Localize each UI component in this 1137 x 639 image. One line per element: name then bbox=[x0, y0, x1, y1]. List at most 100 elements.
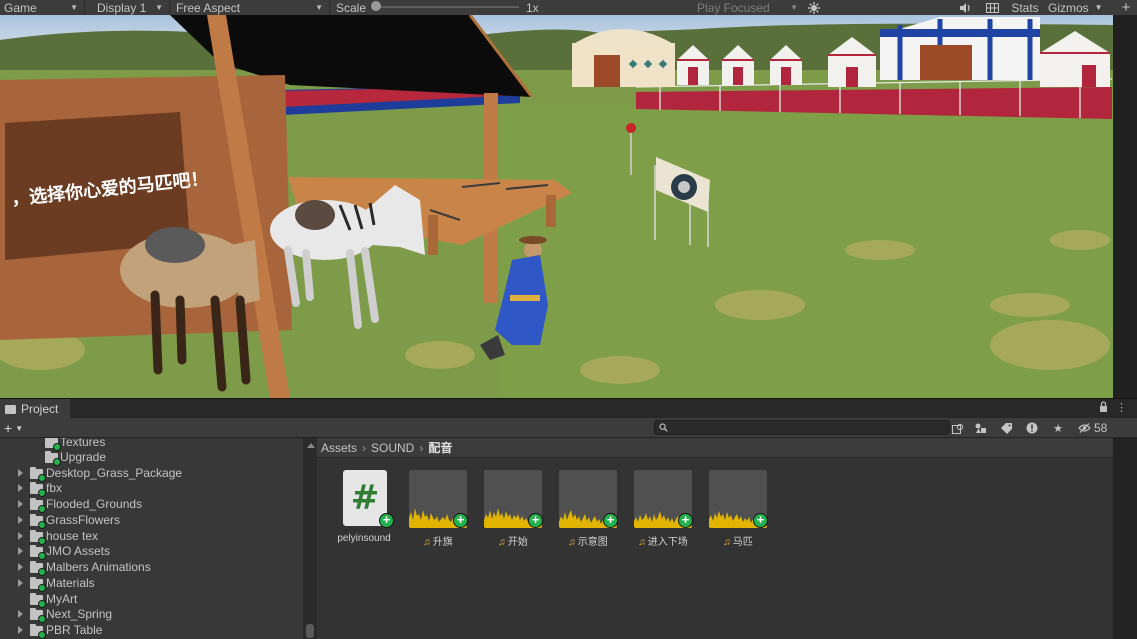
folder-icon bbox=[30, 467, 46, 482]
assets-pane: Assets › SOUND › 配音 # + pelyinsound + ♫ 升… bbox=[317, 438, 1113, 639]
asset-label: ♫ 马匹 bbox=[700, 533, 776, 548]
asset-item-script[interactable]: # + pelyinsound bbox=[332, 470, 396, 550]
tree-item-label: Materials bbox=[46, 576, 95, 590]
folder-icon bbox=[30, 561, 46, 576]
gizmos-label: Gizmos bbox=[1048, 0, 1089, 15]
asset-label-text: 马匹 bbox=[732, 537, 753, 548]
eye-hidden-icon bbox=[1078, 423, 1091, 433]
settings-icon[interactable] bbox=[806, 0, 822, 15]
asset-label: ♫ 示意图 bbox=[550, 533, 626, 548]
folder-icon bbox=[30, 498, 46, 513]
search-input[interactable] bbox=[672, 421, 932, 434]
tree-item[interactable]: fbx bbox=[0, 480, 303, 497]
add-icon[interactable]: + bbox=[1118, 0, 1134, 16]
tree-item-label: Malbers Animations bbox=[46, 560, 151, 574]
chevron-right-icon[interactable] bbox=[18, 516, 23, 524]
tab-menu: ⋮ bbox=[1099, 401, 1127, 415]
tree-item[interactable]: Desktop_Grass_Package bbox=[0, 465, 303, 482]
breadcrumb-item[interactable]: Assets bbox=[321, 441, 357, 455]
chevron-right-icon[interactable] bbox=[18, 610, 23, 618]
scale-slider-track[interactable] bbox=[374, 6, 519, 8]
folder-icon bbox=[30, 482, 46, 497]
asset-item-audio[interactable]: + ♫ 进入下场 bbox=[631, 470, 695, 550]
added-badge-icon: + bbox=[753, 513, 768, 528]
chevron-right-icon[interactable] bbox=[18, 579, 23, 587]
chevron-right-icon[interactable] bbox=[18, 626, 23, 634]
tree-item-label: MyArt bbox=[46, 592, 78, 606]
asset-label-text: 进入下场 bbox=[647, 537, 688, 548]
tree-item[interactable]: JMO Assets bbox=[0, 543, 303, 560]
tree-item[interactable]: MyArt bbox=[0, 591, 303, 608]
hidden-packages-toggle[interactable]: 58 bbox=[1078, 419, 1107, 437]
favorite-star-icon[interactable]: ★ bbox=[1050, 419, 1066, 437]
grid-icon[interactable] bbox=[984, 0, 1000, 15]
audio-clip-icon: ♫ bbox=[638, 537, 646, 548]
tree-item-label: Next_Spring bbox=[46, 607, 113, 621]
tree-item[interactable]: Malbers Animations bbox=[0, 559, 303, 576]
chevron-right-icon[interactable] bbox=[18, 532, 23, 540]
audio-icon[interactable] bbox=[958, 0, 974, 15]
view-label: Game bbox=[4, 0, 37, 15]
warning-icon[interactable] bbox=[1024, 419, 1040, 437]
stats-button[interactable]: Stats bbox=[1006, 0, 1044, 15]
tree-item[interactable]: GrassFlowers bbox=[0, 512, 303, 529]
asset-item-audio[interactable]: + ♫ 马匹 bbox=[706, 470, 770, 550]
tree-item-label: fbx bbox=[46, 481, 63, 495]
gizmos-dropdown[interactable]: Gizmos ▼ bbox=[1046, 0, 1110, 15]
added-badge-icon: + bbox=[379, 513, 394, 528]
scrollbar-thumb[interactable] bbox=[306, 624, 314, 638]
added-badge-icon: + bbox=[678, 513, 693, 528]
breadcrumb-item[interactable]: SOUND bbox=[371, 441, 414, 455]
chevron-down-icon: ▼ bbox=[790, 3, 798, 12]
chevron-down-icon: ▼ bbox=[70, 3, 78, 12]
folder-icon bbox=[30, 593, 46, 608]
tree-scrollbar[interactable] bbox=[303, 438, 317, 639]
project-search-box[interactable] bbox=[654, 420, 950, 435]
play-mode-dropdown[interactable]: Play Focused ▼ bbox=[694, 0, 804, 15]
search-by-type-icon[interactable] bbox=[950, 419, 966, 437]
chevron-right-icon[interactable] bbox=[18, 563, 23, 571]
tree-item-label: PBR Table bbox=[46, 623, 103, 637]
asset-label-text: 示意图 bbox=[577, 537, 608, 548]
tab-project-label: Project bbox=[21, 402, 59, 416]
breadcrumb-current[interactable]: 配音 bbox=[428, 439, 452, 456]
audio-clip-icon: ♫ bbox=[423, 537, 431, 548]
add-label: + bbox=[4, 420, 13, 436]
tree-item[interactable]: Flooded_Grounds bbox=[0, 496, 303, 513]
asset-item-audio[interactable]: + ♫ 示意图 bbox=[556, 470, 620, 550]
view-dropdown[interactable]: Game ▼ bbox=[0, 0, 85, 15]
asset-item-audio[interactable]: + ♫ 升旗 bbox=[406, 470, 470, 550]
folder-icon bbox=[30, 577, 46, 592]
chevron-right-icon[interactable] bbox=[18, 547, 23, 555]
chevron-right-icon[interactable] bbox=[18, 500, 23, 508]
chevron-right-icon[interactable] bbox=[18, 484, 23, 492]
folder-icon bbox=[45, 438, 61, 451]
display-dropdown[interactable]: Display 1 ▼ bbox=[93, 0, 170, 15]
tree-item[interactable]: PBR Table bbox=[0, 622, 303, 639]
game-scene: ，选择你心爱的马匹吧！ bbox=[0, 15, 1113, 398]
added-badge-icon: + bbox=[453, 513, 468, 528]
tree-item-label: Flooded_Grounds bbox=[46, 497, 143, 511]
tree-item-label: Desktop_Grass_Package bbox=[46, 466, 183, 480]
tab-project[interactable]: Project bbox=[0, 399, 70, 419]
tree-item[interactable]: Next_Spring bbox=[0, 606, 303, 623]
chevron-down-icon: ▼ bbox=[1094, 3, 1103, 12]
tag-icon[interactable] bbox=[998, 419, 1014, 437]
project-side-strip bbox=[1113, 438, 1137, 639]
folder-icon bbox=[30, 530, 46, 545]
aspect-dropdown[interactable]: Free Aspect ▼ bbox=[172, 0, 330, 15]
tree-item[interactable]: Materials bbox=[0, 575, 303, 592]
tree-item[interactable]: house tex bbox=[0, 528, 303, 545]
kebab-menu-icon[interactable]: ⋮ bbox=[1116, 401, 1127, 415]
lock-icon[interactable] bbox=[1099, 401, 1108, 415]
create-asset-button[interactable]: + ▼ bbox=[4, 418, 23, 438]
chevron-down-icon: ▼ bbox=[315, 3, 323, 12]
game-viewport[interactable]: ，选择你心爱的马匹吧！ bbox=[0, 15, 1113, 398]
search-by-label-icon[interactable] bbox=[973, 419, 989, 437]
scale-slider-handle[interactable] bbox=[371, 1, 381, 11]
scroll-up-icon[interactable] bbox=[307, 443, 315, 448]
chevron-right-icon[interactable] bbox=[18, 469, 23, 477]
asset-item-audio[interactable]: + ♫ 开始 bbox=[481, 470, 545, 550]
tree-item[interactable]: Upgrade bbox=[0, 449, 303, 466]
search-icon bbox=[659, 423, 668, 432]
